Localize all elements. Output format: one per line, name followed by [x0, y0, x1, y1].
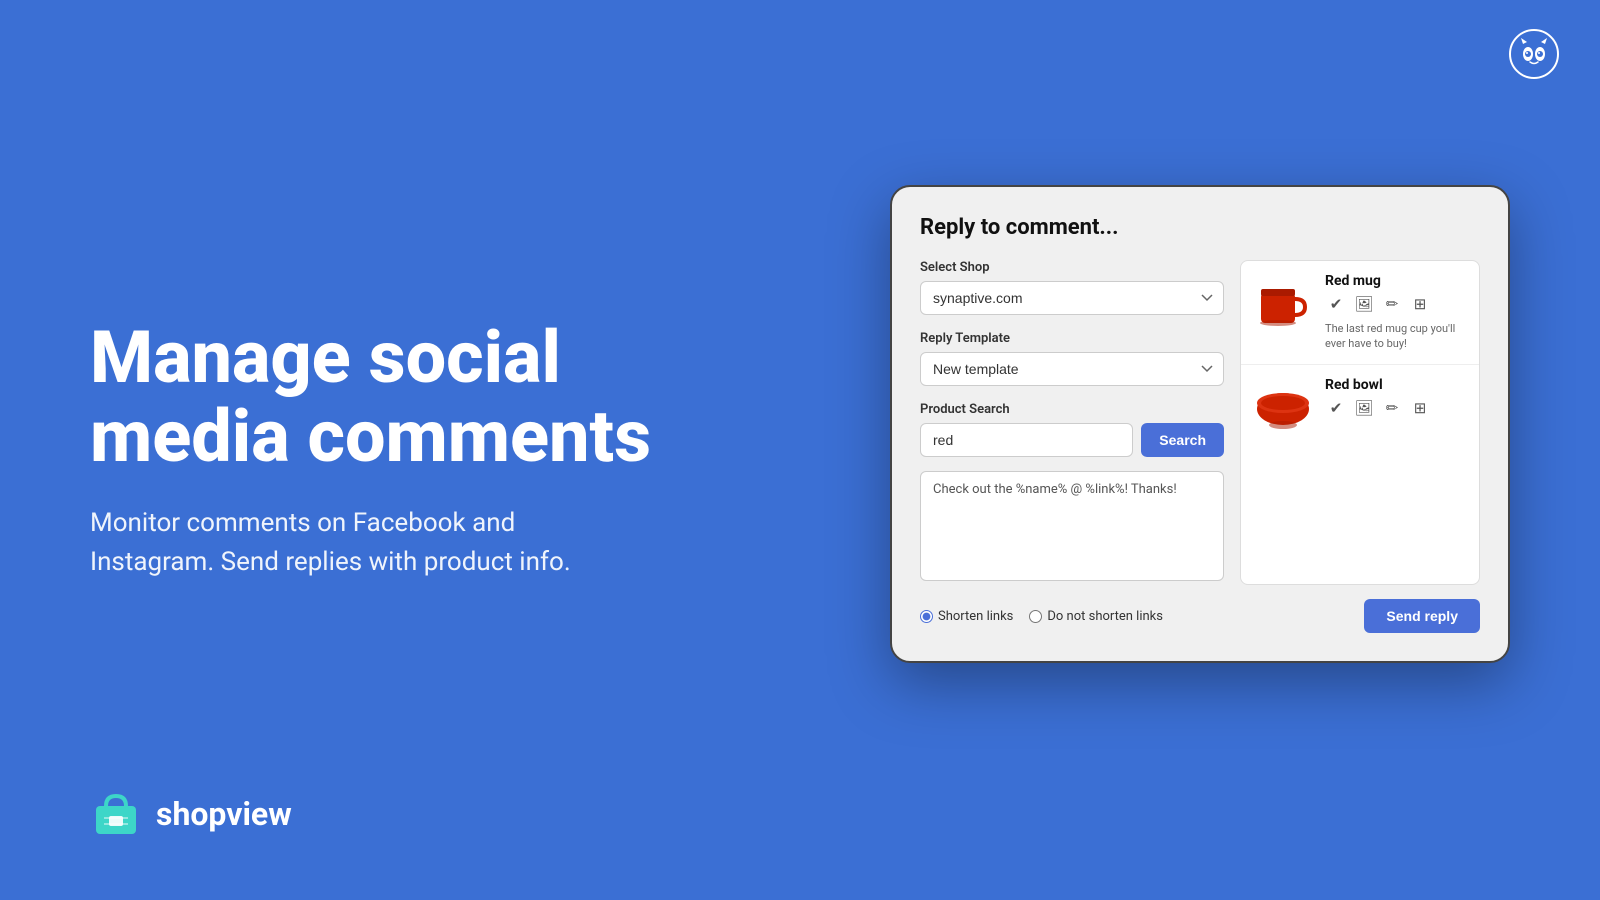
search-input[interactable] — [920, 423, 1133, 457]
image-icon-bowl[interactable]: 🖼 — [1353, 397, 1375, 419]
grid-icon-bowl[interactable]: ⊞ — [1409, 397, 1431, 419]
product-search-label: Product Search — [920, 402, 1224, 417]
send-reply-button[interactable]: Send reply — [1364, 599, 1480, 633]
bottom-row: Shorten links Do not shorten links Send … — [920, 599, 1480, 633]
product-info-bowl: Red bowl ✔ 🖼 ✏ ⊞ — [1325, 377, 1469, 425]
product-item-bowl: Red bowl ✔ 🖼 ✏ ⊞ — [1241, 365, 1479, 453]
reply-textarea[interactable]: Check out the %name% @ %link%! Thanks! — [920, 471, 1224, 581]
dialog-body: Select Shop synaptive.com Reply Template… — [920, 260, 1480, 585]
subheadline: Monitor comments on Facebook and Instagr… — [90, 504, 590, 582]
shorten-links-radio[interactable] — [920, 610, 933, 623]
search-button[interactable]: Search — [1141, 423, 1224, 457]
checkmark-icon-bowl[interactable]: ✔ — [1325, 397, 1347, 419]
no-shorten-links-option[interactable]: Do not shorten links — [1029, 609, 1163, 624]
form-section: Select Shop synaptive.com Reply Template… — [920, 260, 1224, 585]
left-content: Manage social media comments Monitor com… — [0, 0, 700, 900]
product-actions-mug: ✔ 🖼 ✏ ⊞ — [1325, 293, 1469, 315]
product-thumb-mug — [1251, 273, 1315, 337]
product-list: Red mug ✔ 🖼 ✏ ⊞ The last red mug cup you… — [1240, 260, 1480, 585]
reply-template-label: Reply Template — [920, 331, 1224, 346]
search-row: Search — [920, 423, 1224, 457]
radio-group: Shorten links Do not shorten links — [920, 609, 1163, 624]
grid-icon[interactable]: ⊞ — [1409, 293, 1431, 315]
product-actions-bowl: ✔ 🖼 ✏ ⊞ — [1325, 397, 1469, 419]
product-name-bowl: Red bowl — [1325, 377, 1469, 393]
shopview-icon — [90, 788, 142, 840]
headline: Manage social media comments — [90, 318, 700, 476]
shorten-links-option[interactable]: Shorten links — [920, 609, 1013, 624]
image-icon[interactable]: 🖼 — [1353, 293, 1375, 315]
no-shorten-links-label: Do not shorten links — [1047, 609, 1163, 624]
product-info-mug: Red mug ✔ 🖼 ✏ ⊞ The last red mug cup you… — [1325, 273, 1469, 352]
product-thumb-bowl — [1251, 377, 1315, 441]
shorten-links-label: Shorten links — [938, 609, 1013, 624]
edit-icon[interactable]: ✏ — [1381, 293, 1403, 315]
edit-icon-bowl[interactable]: ✏ — [1381, 397, 1403, 419]
brand-name: shopview — [156, 795, 292, 833]
product-item: Red mug ✔ 🖼 ✏ ⊞ The last red mug cup you… — [1241, 261, 1479, 365]
brand: shopview — [90, 788, 292, 840]
dialog-title: Reply to comment... — [920, 215, 1480, 240]
checkmark-icon[interactable]: ✔ — [1325, 293, 1347, 315]
no-shorten-links-radio[interactable] — [1029, 610, 1042, 623]
product-desc-mug: The last red mug cup you'll ever have to… — [1325, 321, 1469, 352]
product-name-mug: Red mug — [1325, 273, 1469, 289]
hootsuite-owl-logo — [1508, 28, 1560, 80]
reply-template-dropdown[interactable]: New template — [920, 352, 1224, 386]
reply-dialog: Reply to comment... Select Shop synaptiv… — [890, 185, 1510, 663]
select-shop-label: Select Shop — [920, 260, 1224, 275]
select-shop-dropdown[interactable]: synaptive.com — [920, 281, 1224, 315]
